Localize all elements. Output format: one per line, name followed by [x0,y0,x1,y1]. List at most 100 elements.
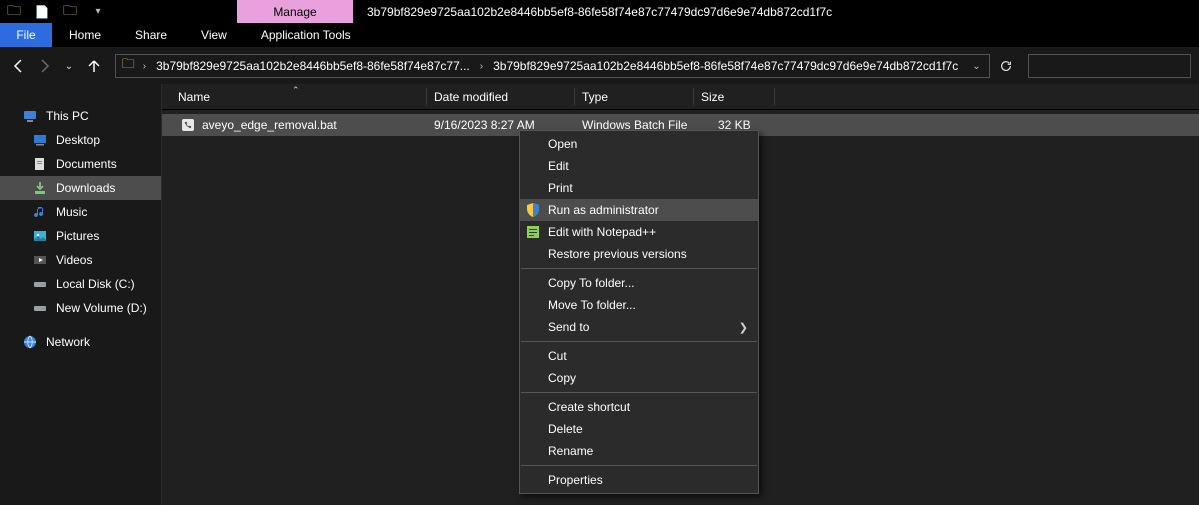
sidebar-item-documents[interactable]: Documents [0,152,161,176]
breadcrumb-segment[interactable]: 3b79bf829e9725aa102b2e8446bb5ef8-86fe58f… [487,55,964,77]
column-separator[interactable] [426,88,427,105]
ctx-properties[interactable]: Properties [520,469,758,491]
drive-icon [32,300,48,316]
sidebar-item-label: This PC [46,109,89,123]
ctx-label: Edit with Notepad++ [548,225,656,239]
sidebar-item-label: Documents [56,157,117,171]
ctx-copy[interactable]: Copy [520,367,758,389]
properties-icon[interactable]: 📄 [28,0,56,23]
sidebar-item-network[interactable]: Network [0,330,161,354]
sidebar-item-local-disk-c[interactable]: Local Disk (C:) [0,272,161,296]
sidebar-item-new-volume-d[interactable]: New Volume (D:) [0,296,161,320]
menu-share[interactable]: Share [118,23,184,47]
folder-icon: 🗀 [116,55,139,77]
column-header-type[interactable]: Type [582,84,608,110]
column-label: Size [701,90,724,104]
menu-view[interactable]: View [184,23,244,47]
menu-item-label: View [201,28,227,42]
nav-pane: This PC Desktop Documents Downloads Musi… [0,84,162,505]
ribbon-context-tab-manage[interactable]: Manage [237,0,353,23]
ctx-cut[interactable]: Cut [520,345,758,367]
column-header-name[interactable]: Name [178,84,210,110]
ctx-label: Edit [548,159,569,173]
nav-forward-button[interactable] [33,54,54,78]
ctx-label: Copy [548,371,576,385]
column-label: Name [178,90,210,104]
folder-icon[interactable]: 🗀 [0,0,28,23]
column-separator[interactable] [574,88,575,105]
shield-icon [524,201,542,219]
column-separator[interactable] [693,88,694,105]
refresh-button[interactable] [994,54,1019,78]
menu-item-label: Application Tools [261,28,351,42]
ctx-label: Rename [548,444,593,458]
ctx-label: Send to [548,320,589,334]
ribbon-context-tab-label: Manage [273,5,316,19]
address-dropdown-icon[interactable]: ⌄ [964,61,988,72]
menu-home[interactable]: Home [52,23,118,47]
sidebar-item-music[interactable]: Music [0,200,161,224]
address-bar[interactable]: 🗀 › 3b79bf829e9725aa102b2e8446bb5ef8-86f… [115,54,990,78]
pc-icon [22,108,38,124]
desktop-icon [32,132,48,148]
music-icon [32,204,48,220]
chevron-right-icon[interactable]: › [476,61,487,72]
ctx-edit-with-notepadpp[interactable]: Edit with Notepad++ [520,221,758,243]
column-label: Type [582,90,608,104]
navigation-bar: ⌄ 🗀 › 3b79bf829e9725aa102b2e8446bb5ef8-8… [0,48,1199,84]
qat-chevron-icon[interactable]: ▾ [84,0,112,23]
ctx-label: Cut [548,349,567,363]
column-header-size[interactable]: Size [701,84,724,110]
column-headers: Name ⌃ Date modified Type Size [162,84,1199,110]
context-menu: Open Edit Print Run as administrator Edi… [519,130,759,494]
batch-file-icon [180,117,196,133]
ctx-label: Open [548,137,577,151]
sidebar-item-label: Music [56,205,87,219]
nav-back-button[interactable] [8,54,29,78]
title-bar: 🗀 📄 🗀 ▾ Manage 3b79bf829e9725aa102b2e844… [0,0,1199,23]
ctx-send-to[interactable]: Send to ❯ [520,316,758,338]
ctx-label: Create shortcut [548,400,630,414]
search-input[interactable] [1028,54,1191,78]
column-label: Date modified [434,90,508,104]
chevron-right-icon[interactable]: › [139,61,150,72]
ctx-create-shortcut[interactable]: Create shortcut [520,396,758,418]
ctx-separator [521,465,757,466]
menu-application-tools[interactable]: Application Tools [244,23,368,47]
menu-file[interactable]: File [0,23,52,47]
column-separator[interactable] [774,88,775,105]
nav-recent-dropdown[interactable]: ⌄ [58,54,79,78]
ctx-print[interactable]: Print [520,177,758,199]
menu-item-label: Share [135,28,167,42]
ctx-restore-previous-versions[interactable]: Restore previous versions [520,243,758,265]
breadcrumb-segment[interactable]: 3b79bf829e9725aa102b2e8446bb5ef8-86fe58f… [150,55,476,77]
column-header-date[interactable]: Date modified [434,84,508,110]
quick-access-toolbar: 🗀 📄 🗀 ▾ [0,0,112,23]
sidebar-item-videos[interactable]: Videos [0,248,161,272]
ctx-move-to-folder[interactable]: Move To folder... [520,294,758,316]
menu-bar: File Home Share View Application Tools [0,23,1199,48]
sidebar-item-this-pc[interactable]: This PC [0,104,161,128]
videos-icon [32,252,48,268]
ctx-separator [521,392,757,393]
sidebar-item-desktop[interactable]: Desktop [0,128,161,152]
ctx-copy-to-folder[interactable]: Copy To folder... [520,272,758,294]
sidebar-item-label: Downloads [56,181,115,195]
ctx-label: Restore previous versions [548,247,687,261]
file-name: aveyo_edge_removal.bat [202,118,337,132]
ctx-edit[interactable]: Edit [520,155,758,177]
sidebar-item-downloads[interactable]: Downloads [0,176,161,200]
new-folder-icon[interactable]: 🗀 [56,0,84,23]
ctx-open[interactable]: Open [520,133,758,155]
ctx-delete[interactable]: Delete [520,418,758,440]
ctx-label: Delete [548,422,583,436]
sidebar-item-pictures[interactable]: Pictures [0,224,161,248]
nav-up-button[interactable] [84,54,105,78]
downloads-icon [32,180,48,196]
ctx-rename[interactable]: Rename [520,440,758,462]
ctx-label: Move To folder... [548,298,636,312]
ctx-run-as-administrator[interactable]: Run as administrator [520,199,758,221]
ctx-label: Print [548,181,573,195]
sidebar-item-label: Desktop [56,133,100,147]
documents-icon [32,156,48,172]
